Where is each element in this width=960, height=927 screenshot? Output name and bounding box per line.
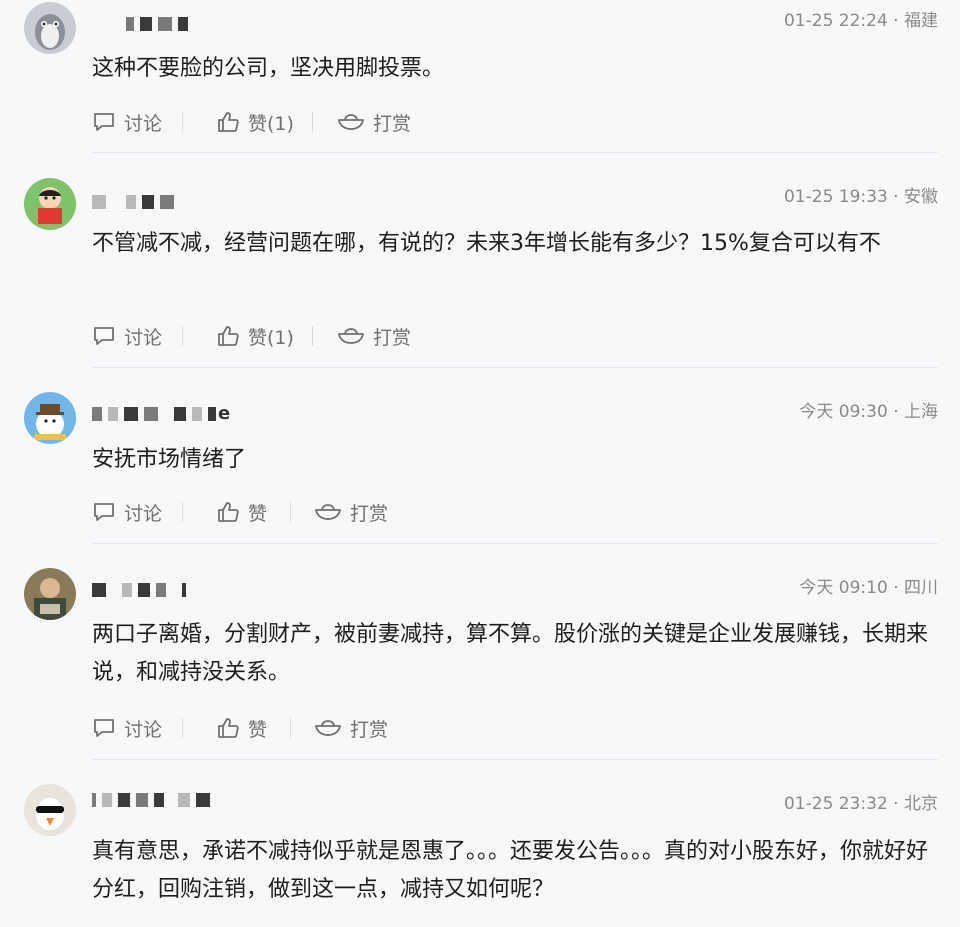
comment-text: 这种不要脸的公司，坚决用脚投票。 (92, 56, 445, 81)
like-button[interactable]: 赞(1) (216, 322, 294, 350)
divider (92, 152, 938, 153)
username-masked[interactable] (92, 790, 210, 810)
comment-text: 真有意思，承诺不减持似乎就是恩惠了。。。还要发公告。。。真的对小股东好，你就好好… (92, 839, 929, 902)
avatar[interactable] (24, 392, 76, 444)
tip-button[interactable]: 打赏 (314, 714, 388, 742)
comment-icon (94, 719, 114, 737)
comment-time-location: 01-25 23:32 · 北京 (783, 794, 938, 814)
discuss-button[interactable]: 讨论 (92, 714, 162, 742)
like-button[interactable]: 赞 (216, 714, 267, 742)
username-masked[interactable] (92, 580, 186, 600)
like-label: 赞(1) (248, 112, 294, 135)
avatar[interactable] (24, 784, 76, 836)
thumbs-up-icon (218, 112, 239, 132)
username-masked[interactable]: e (92, 404, 230, 424)
comment-icon (94, 327, 114, 345)
action-separator (290, 718, 291, 738)
comment-time-location: 01-25 19:33 · 安徽 (783, 187, 938, 207)
discuss-label: 讨论 (124, 326, 163, 349)
tip-button[interactable]: 打赏 (337, 108, 411, 136)
like-label: 赞 (248, 502, 268, 525)
tip-button[interactable]: 打赏 (314, 498, 388, 526)
comment-icon (94, 113, 114, 131)
tip-label: 打赏 (373, 326, 412, 349)
like-label: 赞(1) (248, 326, 294, 349)
comment-text: 不管减不减，经营问题在哪，有说的？未来3年增长能有多少？15%复合可以有不 (92, 231, 881, 256)
comment-time-location: 今天 09:10 · 四川 (799, 578, 938, 598)
discuss-button[interactable]: 讨论 (92, 322, 162, 350)
username-masked[interactable] (92, 14, 188, 34)
comment-time-location: 01-25 22:24 · 福建 (783, 11, 938, 31)
divider (92, 543, 938, 544)
action-separator (182, 502, 183, 522)
action-separator (182, 326, 183, 346)
action-separator (290, 502, 291, 522)
discuss-label: 讨论 (124, 718, 163, 741)
ingot-icon (338, 114, 364, 130)
discuss-button[interactable]: 讨论 (92, 498, 162, 526)
like-button[interactable]: 赞(1) (216, 108, 294, 136)
discuss-label: 讨论 (124, 502, 163, 525)
ingot-icon (315, 504, 341, 520)
avatar[interactable] (24, 178, 76, 230)
like-button[interactable]: 赞 (216, 498, 267, 526)
tip-button[interactable]: 打赏 (337, 322, 411, 350)
avatar[interactable] (24, 2, 76, 54)
comment-time-location: 今天 09:30 · 上海 (799, 402, 938, 422)
discuss-button[interactable]: 讨论 (92, 108, 162, 136)
avatar[interactable] (24, 568, 76, 620)
divider (92, 367, 938, 368)
action-separator (182, 112, 183, 132)
tip-label: 打赏 (350, 502, 389, 525)
ingot-icon (315, 720, 341, 736)
ingot-icon (338, 328, 364, 344)
thumbs-up-icon (218, 502, 239, 522)
action-separator (312, 326, 313, 346)
comment-text: 安抚市场情绪了 (92, 447, 247, 472)
action-separator (182, 718, 183, 738)
divider (92, 759, 938, 760)
comment-text: 两口子离婚，分割财产，被前妻减持，算不算。股价涨的关键是企业发展赚钱，长期来说，… (92, 622, 929, 685)
username-visible-part: e (218, 403, 231, 424)
tip-label: 打赏 (373, 112, 412, 135)
discuss-label: 讨论 (124, 112, 163, 135)
thumbs-up-icon (218, 718, 239, 738)
username-masked[interactable] (92, 192, 174, 212)
thumbs-up-icon (218, 326, 239, 346)
action-separator (312, 112, 313, 132)
comment-icon (94, 503, 114, 521)
tip-label: 打赏 (350, 718, 389, 741)
like-label: 赞 (248, 718, 268, 741)
